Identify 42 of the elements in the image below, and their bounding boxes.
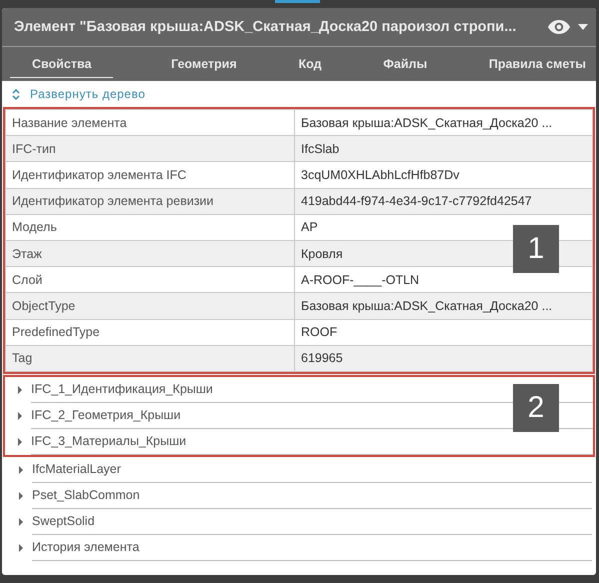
tab[interactable]: Код — [294, 50, 326, 78]
property-value: 3cqUM0XHLAbhLcfHfb87Dv — [294, 162, 592, 188]
tab[interactable]: Файлы — [379, 50, 432, 78]
caret-right-icon[interactable] — [17, 438, 23, 446]
group-label[interactable]: История элемента — [32, 540, 140, 554]
tab[interactable]: Свойства — [10, 50, 114, 78]
caret-down-icon[interactable] — [578, 24, 588, 30]
caret-right-icon[interactable] — [18, 466, 24, 474]
caret-right-icon[interactable] — [18, 492, 24, 500]
group-label[interactable]: IFC_1_Идентификация_Крыши — [31, 382, 213, 396]
expand-tree-link[interactable]: Развернуть дерево — [30, 87, 146, 101]
tab[interactable]: Правила сметы — [484, 50, 590, 78]
group-label[interactable]: SweptSolid — [32, 514, 95, 528]
callout-number: 2 — [513, 384, 559, 432]
tab[interactable]: Геометрия — [167, 50, 241, 78]
property-value: ROOF — [294, 319, 592, 346]
expand-collapse-icon[interactable] — [12, 88, 20, 100]
property-name: IFC-тип — [6, 136, 294, 162]
property-value: 619965 — [294, 345, 592, 372]
property-name: ObjectType — [6, 292, 294, 319]
property-name: Название элемента — [6, 110, 294, 136]
property-value: 419abd44-f974-4e34-9c17-c7792fd42547 — [294, 188, 592, 214]
group-label[interactable]: IFC_3_Материалы_Крыши — [31, 434, 186, 448]
caret-right-icon[interactable] — [18, 518, 24, 526]
group-label[interactable]: IFC_2_Геометрия_Крыши — [31, 408, 181, 422]
property-name: Модель — [6, 214, 294, 240]
window-title: Элемент "Базовая крыша:ADSK_Скатная_Доска20 пароизол стропи... — [14, 19, 518, 35]
property-name: Идентификатор элемента IFC — [6, 162, 294, 188]
group-label[interactable]: IfcMaterialLayer — [32, 462, 121, 476]
caret-right-icon[interactable] — [17, 412, 23, 420]
caret-right-icon[interactable] — [17, 386, 23, 394]
property-value: Базовая крыша:ADSK_Скатная_Доска20 ... — [294, 110, 592, 136]
property-value: Базовая крыша:ADSK_Скатная_Доска20 ... — [294, 292, 592, 319]
caret-right-icon[interactable] — [18, 544, 24, 552]
property-name: PredefinedType — [6, 319, 294, 346]
active-indicator — [275, 0, 320, 3]
property-name: Этаж — [6, 240, 294, 267]
eye-icon[interactable] — [548, 20, 570, 34]
property-name: Tag — [6, 345, 294, 372]
group-label[interactable]: Pset_SlabCommon — [32, 488, 140, 502]
property-value: IfcSlab — [294, 136, 592, 162]
property-name: Идентификатор элемента ревизии — [6, 188, 294, 214]
